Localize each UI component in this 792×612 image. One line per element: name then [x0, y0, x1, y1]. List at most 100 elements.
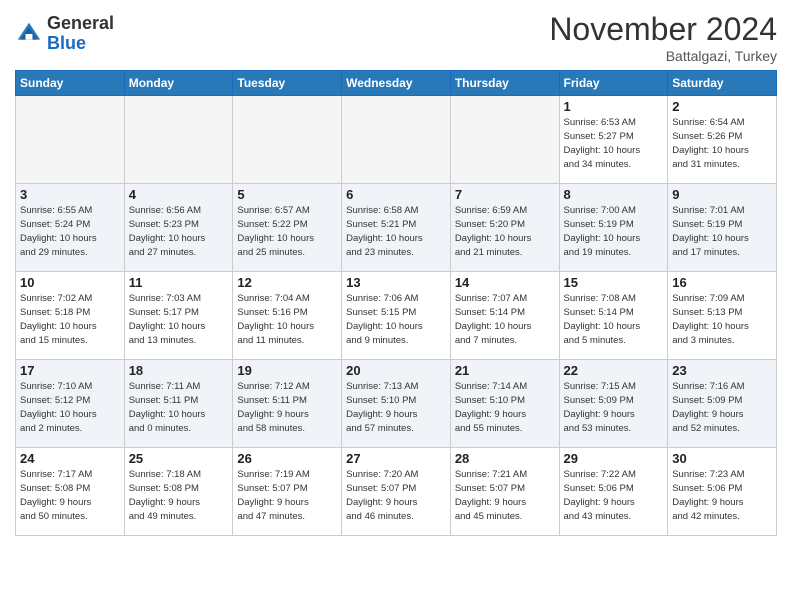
day-number: 1: [564, 99, 664, 114]
day-info: Sunrise: 7:06 AM Sunset: 5:15 PM Dayligh…: [346, 292, 446, 347]
day-number: 27: [346, 451, 446, 466]
calendar-cell: [342, 96, 451, 184]
day-info: Sunrise: 6:57 AM Sunset: 5:22 PM Dayligh…: [237, 204, 337, 259]
header: General Blue November 2024 Battalgazi, T…: [15, 10, 777, 64]
day-number: 8: [564, 187, 664, 202]
calendar-cell: [124, 96, 233, 184]
day-info: Sunrise: 6:54 AM Sunset: 5:26 PM Dayligh…: [672, 116, 772, 171]
calendar-cell: 18 Sunrise: 7:11 AM Sunset: 5:11 PM Dayli…: [124, 360, 233, 448]
day-number: 10: [20, 275, 120, 290]
calendar-cell: 30 Sunrise: 7:23 AM Sunset: 5:06 PM Dayli…: [668, 448, 777, 536]
day-info: Sunrise: 7:20 AM Sunset: 5:07 PM Dayligh…: [346, 468, 446, 523]
day-info: Sunrise: 7:08 AM Sunset: 5:14 PM Dayligh…: [564, 292, 664, 347]
calendar-cell: 12Sunrise: 7:04 AM Sunset: 5:16 PM Dayli…: [233, 272, 342, 360]
day-info: Sunrise: 7:00 AM Sunset: 5:19 PM Dayligh…: [564, 204, 664, 259]
day-info: Sunrise: 7:23 AM Sunset: 5:06 PM Dayligh…: [672, 468, 772, 523]
calendar-cell: 20 Sunrise: 7:13 AM Sunset: 5:10 PM Dayli…: [342, 360, 451, 448]
calendar-cell: 3Sunrise: 6:55 AM Sunset: 5:24 PM Daylig…: [16, 184, 125, 272]
calendar-week-3: 10 Sunrise: 7:02 AM Sunset: 5:18 PM Dayli…: [16, 272, 777, 360]
calendar-cell: 11Sunrise: 7:03 AM Sunset: 5:17 PM Dayli…: [124, 272, 233, 360]
day-number: 29: [564, 451, 664, 466]
day-number: 3: [20, 187, 120, 202]
day-number: 5: [237, 187, 337, 202]
calendar-cell: 10 Sunrise: 7:02 AM Sunset: 5:18 PM Dayli…: [16, 272, 125, 360]
day-number: 26: [237, 451, 337, 466]
day-number: 18: [129, 363, 229, 378]
day-info: Sunrise: 7:19 AM Sunset: 5:07 PM Dayligh…: [237, 468, 337, 523]
calendar-cell: 7 Sunrise: 6:59 AM Sunset: 5:20 PM Daylig…: [450, 184, 559, 272]
day-number: 15: [564, 275, 664, 290]
weekday-header-friday: Friday: [559, 71, 668, 96]
calendar-cell: [450, 96, 559, 184]
day-info: Sunrise: 6:56 AM Sunset: 5:23 PM Dayligh…: [129, 204, 229, 259]
calendar-cell: [233, 96, 342, 184]
calendar-cell: 27 Sunrise: 7:20 AM Sunset: 5:07 PM Dayli…: [342, 448, 451, 536]
calendar-cell: 21Sunrise: 7:14 AM Sunset: 5:10 PM Dayli…: [450, 360, 559, 448]
day-number: 24: [20, 451, 120, 466]
day-number: 17: [20, 363, 120, 378]
location-subtitle: Battalgazi, Turkey: [549, 48, 777, 64]
day-info: Sunrise: 6:53 AM Sunset: 5:27 PM Dayligh…: [564, 116, 664, 171]
weekday-header-wednesday: Wednesday: [342, 71, 451, 96]
calendar-cell: 19 Sunrise: 7:12 AM Sunset: 5:11 PM Dayli…: [233, 360, 342, 448]
day-info: Sunrise: 7:04 AM Sunset: 5:16 PM Dayligh…: [237, 292, 337, 347]
calendar-week-1: 1 Sunrise: 6:53 AM Sunset: 5:27 PM Daylig…: [16, 96, 777, 184]
day-number: 14: [455, 275, 555, 290]
day-info: Sunrise: 7:21 AM Sunset: 5:07 PM Dayligh…: [455, 468, 555, 523]
weekday-header-row: SundayMondayTuesdayWednesdayThursdayFrid…: [16, 71, 777, 96]
logo: General Blue: [15, 14, 114, 54]
day-number: 22: [564, 363, 664, 378]
day-number: 7: [455, 187, 555, 202]
calendar-cell: 24 Sunrise: 7:17 AM Sunset: 5:08 PM Dayli…: [16, 448, 125, 536]
day-info: Sunrise: 7:18 AM Sunset: 5:08 PM Dayligh…: [129, 468, 229, 523]
calendar-cell: 9 Sunrise: 7:01 AM Sunset: 5:19 PM Daylig…: [668, 184, 777, 272]
calendar-cell: 5 Sunrise: 6:57 AM Sunset: 5:22 PM Daylig…: [233, 184, 342, 272]
day-info: Sunrise: 7:03 AM Sunset: 5:17 PM Dayligh…: [129, 292, 229, 347]
day-info: Sunrise: 6:59 AM Sunset: 5:20 PM Dayligh…: [455, 204, 555, 259]
day-number: 20: [346, 363, 446, 378]
weekday-header-tuesday: Tuesday: [233, 71, 342, 96]
day-number: 30: [672, 451, 772, 466]
calendar-cell: 25 Sunrise: 7:18 AM Sunset: 5:08 PM Dayli…: [124, 448, 233, 536]
title-block: November 2024 Battalgazi, Turkey: [549, 10, 777, 64]
day-info: Sunrise: 6:58 AM Sunset: 5:21 PM Dayligh…: [346, 204, 446, 259]
day-number: 23: [672, 363, 772, 378]
day-number: 13: [346, 275, 446, 290]
weekday-header-monday: Monday: [124, 71, 233, 96]
calendar-table: SundayMondayTuesdayWednesdayThursdayFrid…: [15, 70, 777, 536]
logo-text: General Blue: [47, 14, 114, 54]
calendar-cell: 15 Sunrise: 7:08 AM Sunset: 5:14 PM Dayli…: [559, 272, 668, 360]
weekday-header-saturday: Saturday: [668, 71, 777, 96]
weekday-header-thursday: Thursday: [450, 71, 559, 96]
calendar-cell: 1 Sunrise: 6:53 AM Sunset: 5:27 PM Daylig…: [559, 96, 668, 184]
calendar-cell: 23 Sunrise: 7:16 AM Sunset: 5:09 PM Dayli…: [668, 360, 777, 448]
day-info: Sunrise: 7:13 AM Sunset: 5:10 PM Dayligh…: [346, 380, 446, 435]
calendar-cell: 13 Sunrise: 7:06 AM Sunset: 5:15 PM Dayli…: [342, 272, 451, 360]
day-number: 9: [672, 187, 772, 202]
weekday-header-sunday: Sunday: [16, 71, 125, 96]
day-info: Sunrise: 7:16 AM Sunset: 5:09 PM Dayligh…: [672, 380, 772, 435]
day-number: 25: [129, 451, 229, 466]
calendar-cell: 22 Sunrise: 7:15 AM Sunset: 5:09 PM Dayli…: [559, 360, 668, 448]
day-info: Sunrise: 7:02 AM Sunset: 5:18 PM Dayligh…: [20, 292, 120, 347]
logo-icon: [15, 20, 43, 48]
day-number: 28: [455, 451, 555, 466]
calendar-week-2: 3Sunrise: 6:55 AM Sunset: 5:24 PM Daylig…: [16, 184, 777, 272]
calendar-cell: 16Sunrise: 7:09 AM Sunset: 5:13 PM Dayli…: [668, 272, 777, 360]
day-number: 19: [237, 363, 337, 378]
day-info: Sunrise: 7:22 AM Sunset: 5:06 PM Dayligh…: [564, 468, 664, 523]
day-info: Sunrise: 7:09 AM Sunset: 5:13 PM Dayligh…: [672, 292, 772, 347]
day-info: Sunrise: 7:11 AM Sunset: 5:11 PM Dayligh…: [129, 380, 229, 435]
day-number: 2: [672, 99, 772, 114]
day-info: Sunrise: 7:07 AM Sunset: 5:14 PM Dayligh…: [455, 292, 555, 347]
day-info: Sunrise: 7:12 AM Sunset: 5:11 PM Dayligh…: [237, 380, 337, 435]
calendar-cell: 4Sunrise: 6:56 AM Sunset: 5:23 PM Daylig…: [124, 184, 233, 272]
calendar-cell: 14 Sunrise: 7:07 AM Sunset: 5:14 PM Dayli…: [450, 272, 559, 360]
day-info: Sunrise: 7:01 AM Sunset: 5:19 PM Dayligh…: [672, 204, 772, 259]
calendar-cell: 28 Sunrise: 7:21 AM Sunset: 5:07 PM Dayli…: [450, 448, 559, 536]
day-info: Sunrise: 7:15 AM Sunset: 5:09 PM Dayligh…: [564, 380, 664, 435]
calendar-cell: 2 Sunrise: 6:54 AM Sunset: 5:26 PM Daylig…: [668, 96, 777, 184]
day-info: Sunrise: 7:17 AM Sunset: 5:08 PM Dayligh…: [20, 468, 120, 523]
calendar-cell: 17Sunrise: 7:10 AM Sunset: 5:12 PM Dayli…: [16, 360, 125, 448]
calendar-cell: 6Sunrise: 6:58 AM Sunset: 5:21 PM Daylig…: [342, 184, 451, 272]
